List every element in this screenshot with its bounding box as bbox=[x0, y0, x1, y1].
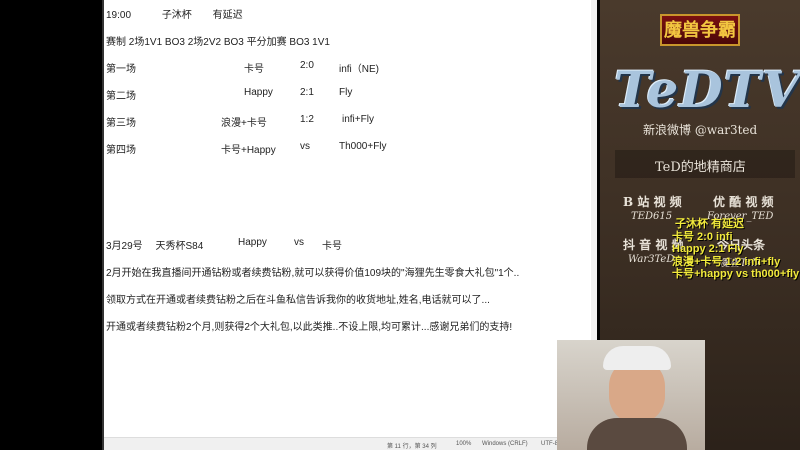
match-left: 卡号+Happy bbox=[221, 145, 276, 156]
match-right: Th000+Fly bbox=[339, 141, 387, 152]
time: 19:00 bbox=[106, 10, 132, 21]
webcam-feed bbox=[557, 340, 705, 450]
promo-line: 领取方式在开通或者续费钻粉之后在斗鱼私信告诉我你的收货地址,姓名,电话就可以了.… bbox=[106, 295, 490, 306]
match-round: 第一场 bbox=[106, 64, 136, 75]
encoding: UTF-8 bbox=[541, 441, 558, 447]
overlay-line: 卡号+happy vs th000+fly bbox=[672, 268, 800, 280]
promo-line: 开通或者续费钻粉2个月,则获得2个大礼包,以此类推..不设上限,均可累计...感… bbox=[106, 322, 513, 333]
overlay-line: Happy 2:1 Fly bbox=[672, 243, 744, 255]
next-date: 3月29号 bbox=[106, 241, 143, 252]
match-score: 2:1 bbox=[300, 87, 314, 98]
next-cup: 天秀杯S84 bbox=[155, 241, 204, 252]
match-left: 卡号 bbox=[244, 64, 264, 75]
header-line: 19:00 子沐杯 有延迟 bbox=[106, 6, 243, 21]
cursor-position: 第 11 行，第 34 列 bbox=[387, 444, 437, 450]
match-left: Happy bbox=[244, 87, 273, 98]
notepad-editor[interactable]: 19:00 子沐杯 有延迟 赛制 2场1V1 BO3 2场2V2 BO3 平分加… bbox=[102, 0, 597, 450]
match-right: infi（NE) bbox=[339, 64, 380, 75]
match-score: 1:2 bbox=[300, 114, 314, 125]
match-score: 2:0 bbox=[300, 60, 314, 71]
douyin-id: War3TeD bbox=[628, 254, 675, 265]
format-line: 赛制 2场1V1 BO3 2场2V2 BO3 平分加赛 BO3 1V1 bbox=[106, 37, 330, 48]
match-right: Fly bbox=[339, 87, 353, 98]
bilibili-label: B 站 视 频 bbox=[623, 195, 682, 209]
cup-name: 子沐杯 bbox=[161, 10, 192, 21]
shop-title: TeD的地精商店 bbox=[655, 160, 746, 175]
next-left: Happy bbox=[238, 237, 267, 248]
zoom-level: 100% bbox=[456, 441, 472, 447]
weibo-handle: 新浪微博 @war3ted bbox=[643, 123, 758, 137]
delay-note: 有延迟 bbox=[212, 10, 243, 21]
next-vs: vs bbox=[294, 237, 304, 248]
match-left: 浪漫+卡号 bbox=[221, 118, 267, 129]
youku-label: 优 酷 视 频 bbox=[713, 195, 774, 209]
tedtv-logo: TeDTV bbox=[614, 60, 800, 119]
status-bar: 第 11 行，第 34 列 100% Windows (CRLF) UTF-8 bbox=[104, 437, 597, 450]
next-match-line: 3月29号 天秀杯S84 Happy vs 卡号 bbox=[106, 237, 342, 252]
line-ending: Windows (CRLF) bbox=[482, 441, 528, 447]
warcraft-logo: 魔兽争霸 bbox=[660, 14, 740, 46]
match-score: vs bbox=[300, 141, 310, 152]
match-round: 第三场 bbox=[106, 118, 136, 129]
overlay-line: 浪漫+卡号 1:2 infi+fly bbox=[672, 255, 781, 268]
match-right: infi+Fly bbox=[342, 114, 374, 125]
promo-line: 2月开始在我直播间开通钻粉或者续费钻粉,就可以获得价值109块的"海狸先生零食大… bbox=[106, 268, 520, 279]
overlay-line: 卡号 2:0 infi bbox=[672, 230, 733, 243]
next-right: 卡号 bbox=[322, 241, 342, 252]
bilibili-id: TED615 bbox=[631, 211, 673, 222]
match-round: 第四场 bbox=[106, 145, 136, 156]
match-round: 第二场 bbox=[106, 91, 136, 102]
overlay-line: 子沐杯 有延迟 bbox=[675, 218, 745, 230]
